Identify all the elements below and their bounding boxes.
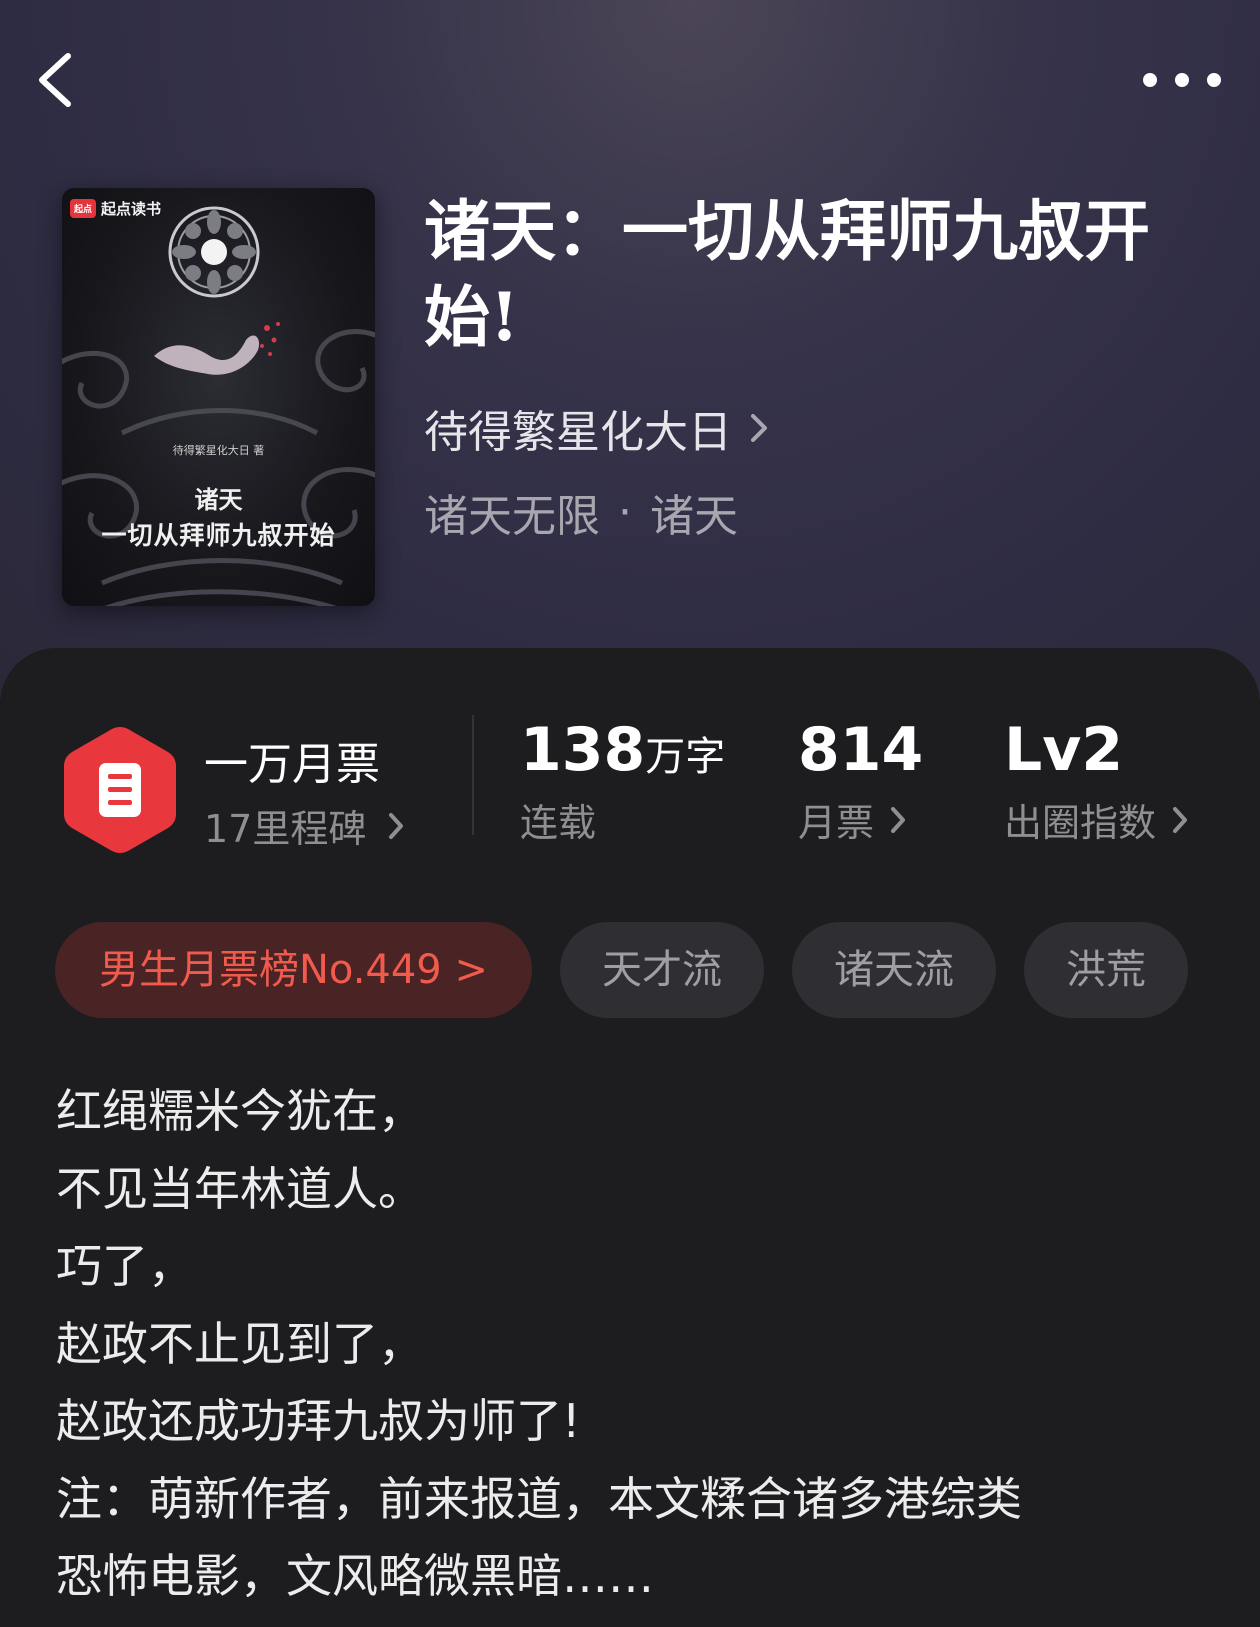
- cover-title-line2: 一切从拜师九叔开始: [101, 521, 336, 550]
- tag-chip[interactable]: 诸天流: [791, 922, 996, 1018]
- synopsis-line: 红绳糯米今犹在，: [56, 1084, 424, 1138]
- more-button[interactable]: [1140, 60, 1230, 100]
- genre-subcategory: 诸天: [650, 491, 738, 542]
- synopsis-line: 恐怖电影，文风略微黑暗……: [56, 1549, 654, 1603]
- book-title: 诸天：一切从拜师九叔开始!: [424, 192, 1150, 356]
- tag-chip[interactable]: 洪荒: [1023, 922, 1188, 1018]
- ranking-tag[interactable]: 男生月票榜No.449 >: [55, 922, 532, 1018]
- tag-chip[interactable]: 天才流: [559, 922, 764, 1018]
- monthly-ticket-icon: [64, 727, 176, 853]
- genre-separator: ·: [618, 486, 632, 538]
- author-name: 待得繁星化大日: [424, 407, 732, 458]
- popularity-level: Lv2: [1004, 715, 1124, 785]
- chevron-right-icon: [891, 806, 906, 833]
- ticket-badge[interactable]: [60, 725, 180, 855]
- status-label: 连载: [520, 801, 597, 845]
- stats-divider: [472, 715, 474, 835]
- word-count-unit: 万字: [645, 734, 726, 780]
- synopsis-line: 不见当年林道人。: [56, 1161, 424, 1216]
- monthly-tickets-value: 814: [798, 715, 924, 785]
- ticket-title: 一万月票: [204, 739, 380, 790]
- synopsis-line: 赵政不止见到了，: [56, 1316, 424, 1371]
- word-count-stat: 138万字 连载: [520, 712, 725, 847]
- genre-category: 诸天无限: [424, 491, 600, 542]
- tag-row: 男生月票榜No.449 > 天才流 诸天流 洪荒: [55, 922, 1188, 1018]
- author-link[interactable]: 待得繁星化大日: [424, 396, 770, 460]
- monthly-tickets-stat[interactable]: 814 月票: [798, 712, 923, 847]
- word-count-value: 138: [520, 715, 646, 785]
- book-synopsis[interactable]: 红绳糯米今犹在， 不见当年林道人。 巧了， 赵政不止见到了， 赵政还成功拜九叔为…: [56, 1073, 1226, 1616]
- cover-title-line1: 诸天: [194, 486, 243, 514]
- milestone-text: 17里程碑: [204, 807, 367, 851]
- popularity-stat[interactable]: Lv2 出圈指数: [1004, 712, 1190, 847]
- milestone-link[interactable]: 17里程碑: [204, 798, 406, 853]
- chevron-right-icon: [751, 414, 767, 442]
- more-dots-icon: [1143, 73, 1221, 87]
- synopsis-line: 注：萌新作者，前来报道，本文糅合诸多港综类: [56, 1471, 1022, 1526]
- popularity-label: 出圈指数: [1004, 801, 1157, 845]
- synopsis-line: 巧了，: [56, 1239, 194, 1293]
- synopsis-line: 赵政还成功拜九叔为师了!: [56, 1394, 581, 1448]
- book-cover[interactable]: 起点 起点读书 待得繁星化大日 著 诸天 一切从拜师九叔开始: [62, 188, 375, 606]
- genre-line: 诸天无限 · 诸天: [424, 480, 738, 544]
- chevron-right-icon: [1173, 806, 1188, 833]
- chevron-right-icon: [389, 812, 404, 839]
- monthly-tickets-label: 月票: [798, 801, 875, 845]
- cover-byline: 待得繁星化大日 著: [172, 444, 265, 457]
- chevron-left-icon: [39, 53, 71, 107]
- back-button[interactable]: [34, 48, 84, 118]
